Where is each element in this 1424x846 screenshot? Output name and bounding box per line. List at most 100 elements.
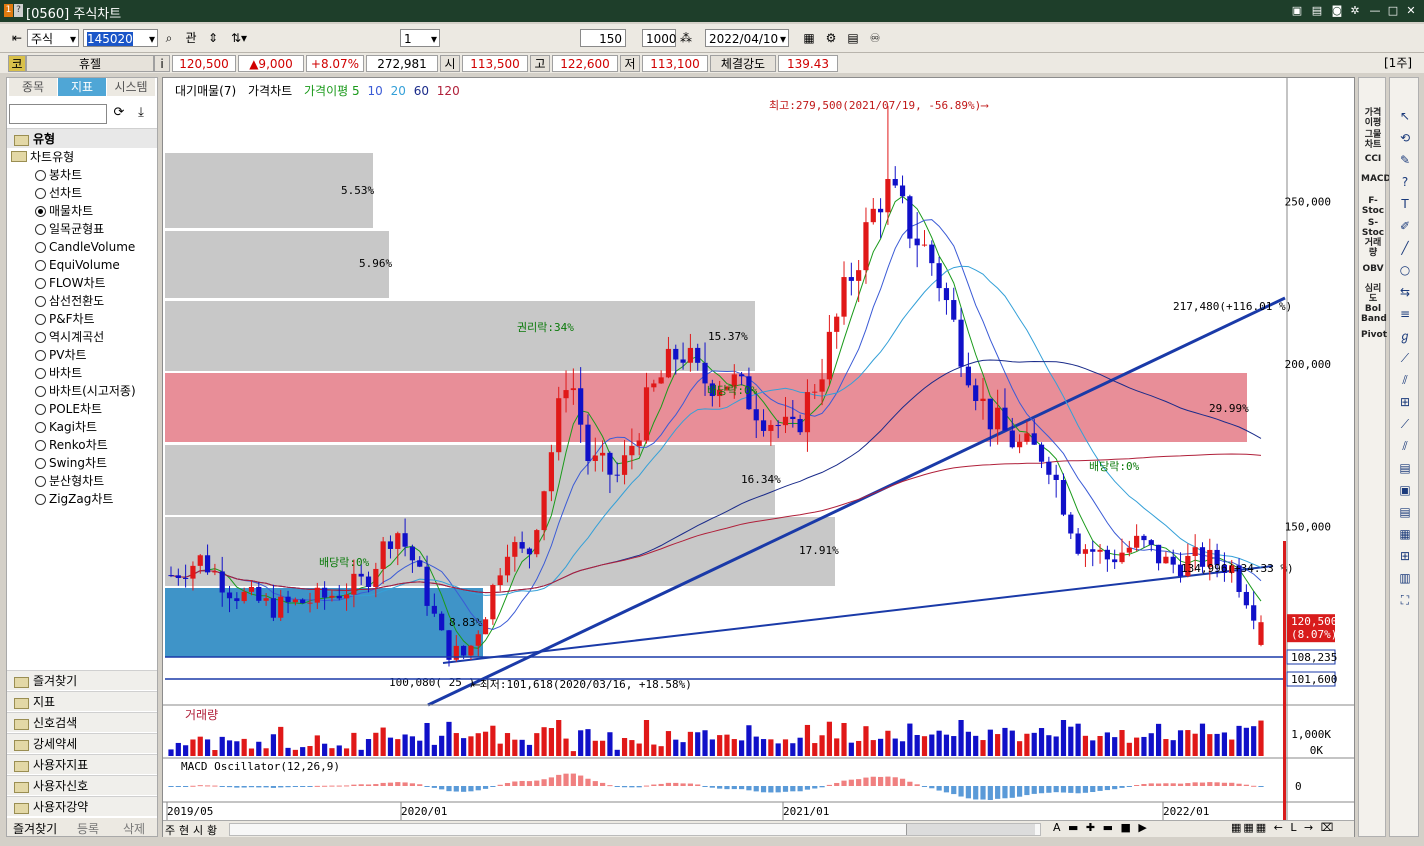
btn-si[interactable]: 시 (193, 822, 203, 838)
radio-button[interactable] (35, 350, 46, 361)
help-icon[interactable]: ? (14, 4, 23, 17)
chart-area[interactable]: 5.53% 5.96% 15.37% 29.99% 16.34% 17.91% 8.83% … (162, 77, 1355, 837)
radio-button[interactable] (35, 260, 46, 271)
radio-button[interactable] (35, 440, 46, 451)
indicator-search-input[interactable] (9, 104, 107, 124)
radio-button[interactable] (35, 476, 46, 487)
legend-price[interactable]: 가격차트 (248, 84, 292, 98)
chart-type-item[interactable]: 삼선전환도 (35, 292, 104, 310)
delete-button[interactable]: 삭제 (123, 820, 145, 837)
tools-icon[interactable]: ⛶ (1396, 592, 1414, 608)
indicator-button[interactable]: Pivot (1361, 330, 1387, 340)
tab-stocks[interactable]: 종목 (9, 78, 57, 96)
stock-code-input[interactable]: 145020 ▾ (83, 29, 158, 47)
unit-select[interactable]: 1 ▾ (400, 29, 440, 47)
folder-item[interactable]: 사용자신호 (7, 775, 157, 795)
chart-type-item[interactable]: Kagi차트 (35, 418, 97, 436)
trend-icon[interactable]: ⟋ (1396, 350, 1414, 366)
chart-type-item[interactable]: ZigZag차트 (35, 490, 113, 508)
chart-type-item[interactable]: CandleVolume (35, 238, 135, 256)
info-button[interactable]: i (154, 55, 170, 72)
tab-system[interactable]: 시스템 (107, 78, 155, 96)
chart-type-item[interactable]: 일목균형표 (35, 220, 104, 238)
indicator-button[interactable]: 가격이평 (1361, 108, 1385, 128)
channel-icon[interactable]: ⫽ (1396, 372, 1414, 388)
spin-icon[interactable]: ⇅▾ (226, 29, 252, 47)
circle-icon[interactable]: ○ (1396, 262, 1414, 278)
radio-button[interactable] (35, 278, 46, 289)
chart-type-item[interactable]: 역시계곡선 (35, 328, 104, 346)
register-button[interactable]: 등록 (77, 820, 99, 837)
chart-type-item[interactable]: 분산형차트 (35, 472, 104, 490)
radio-button[interactable] (35, 314, 46, 325)
chart-type-item[interactable]: FLOW차트 (35, 274, 106, 292)
pencil-icon[interactable]: ✎ (1396, 152, 1414, 168)
radio-button[interactable] (35, 170, 46, 181)
zoom-icon[interactable]: ⁂ (678, 29, 694, 47)
chart-type-item[interactable]: P&F차트 (35, 310, 95, 328)
indicator-button[interactable]: S-Stoc (1361, 218, 1385, 238)
scroll-tools[interactable]: A ▬ ✚ ▬ ■ ▶ (1053, 821, 1149, 834)
total-input[interactable]: 1000 (642, 29, 677, 47)
legend-ma120[interactable]: 120 (437, 84, 460, 98)
box-icon[interactable]: ▤ (1396, 460, 1414, 476)
download-icon[interactable]: ⤓ (133, 105, 149, 121)
export-tools[interactable]: ▦▦▦ ← L → ⌧ (1231, 821, 1335, 834)
chart-type-item[interactable]: Swing차트 (35, 454, 107, 472)
camera-icon[interactable]: ◙ (1330, 4, 1344, 18)
gwan-button[interactable]: 관 (182, 29, 200, 47)
legend-ma[interactable]: 가격이평 (304, 84, 348, 98)
indicator-button[interactable]: CCI (1361, 154, 1385, 164)
chart-type-item[interactable]: 봉차트 (35, 166, 82, 184)
help-icon[interactable]: ? (1396, 174, 1414, 190)
radio-button[interactable] (35, 386, 46, 397)
undo-icon[interactable]: ⟲ (1396, 130, 1414, 146)
indicator-button[interactable]: F-Stoc (1361, 196, 1385, 216)
horizontal-scrollbar[interactable] (229, 823, 1041, 836)
scroll-thumb[interactable] (906, 824, 1035, 835)
chart-type-item[interactable]: POLE차트 (35, 400, 102, 418)
chart-type-item[interactable]: 매물차트 (35, 202, 93, 220)
g-icon[interactable]: ℊ (1396, 328, 1414, 344)
search-icon[interactable]: ⌕ (160, 29, 178, 47)
folder-item[interactable]: 강세약세 (7, 733, 157, 753)
section-type[interactable]: 유형 (7, 128, 157, 148)
maximize-icon[interactable]: □ (1386, 4, 1400, 18)
radio-button[interactable] (35, 242, 46, 253)
layout-icon[interactable]: ⊞ (1396, 548, 1414, 564)
legend-ma20[interactable]: 20 (391, 84, 406, 98)
line-icon[interactable]: ╱ (1396, 240, 1414, 256)
binoculars-icon[interactable]: ♾ (866, 29, 884, 47)
table-icon[interactable]: ▦ (1396, 526, 1414, 542)
radio-button[interactable] (35, 206, 46, 217)
btn-hyeon[interactable]: 현 (179, 822, 189, 838)
radio-button[interactable] (35, 224, 46, 235)
radio-button[interactable] (35, 422, 46, 433)
square-icon[interactable]: ▣ (1396, 482, 1414, 498)
indicator-button[interactable]: MACD (1361, 174, 1391, 184)
minimize-icon[interactable]: — (1368, 4, 1382, 18)
date-input[interactable]: 2022/04/10 ▾ (705, 29, 789, 47)
parallel-icon[interactable]: ⫽ (1396, 438, 1414, 454)
legend-ma60[interactable]: 60 (414, 84, 429, 98)
radio-button[interactable] (35, 368, 46, 379)
stock-chart-svg[interactable]: 5.53%5.96%15.37%29.99%16.34%17.91%8.83% … (163, 78, 1354, 836)
radio-button[interactable] (35, 458, 46, 469)
btn-ju[interactable]: 주 (165, 822, 175, 838)
radio-button[interactable] (35, 332, 46, 343)
chart-settings-icon[interactable]: ⚙ (822, 29, 840, 47)
folder-item[interactable]: 지표 (7, 691, 157, 711)
btn-hwang[interactable]: 황 (207, 822, 217, 838)
count-input[interactable]: 150 (580, 29, 626, 47)
indicator-button[interactable]: 거래량 (1361, 238, 1385, 258)
radio-button[interactable] (35, 188, 46, 199)
legend-ma5[interactable]: 5 (352, 84, 360, 98)
tile-icon[interactable]: ▣ (1290, 4, 1304, 18)
lines-icon[interactable]: ≡ (1396, 306, 1414, 322)
indicator-button[interactable]: Bol Band (1361, 304, 1387, 324)
brush-icon[interactable]: ✐ (1396, 218, 1414, 234)
refresh-icon[interactable]: ⟳ (111, 105, 127, 121)
indicator-button[interactable]: 그물차트 (1361, 130, 1385, 150)
first-icon[interactable]: ⇤ (8, 29, 26, 47)
market-select[interactable]: 주식 ▾ (27, 29, 79, 47)
